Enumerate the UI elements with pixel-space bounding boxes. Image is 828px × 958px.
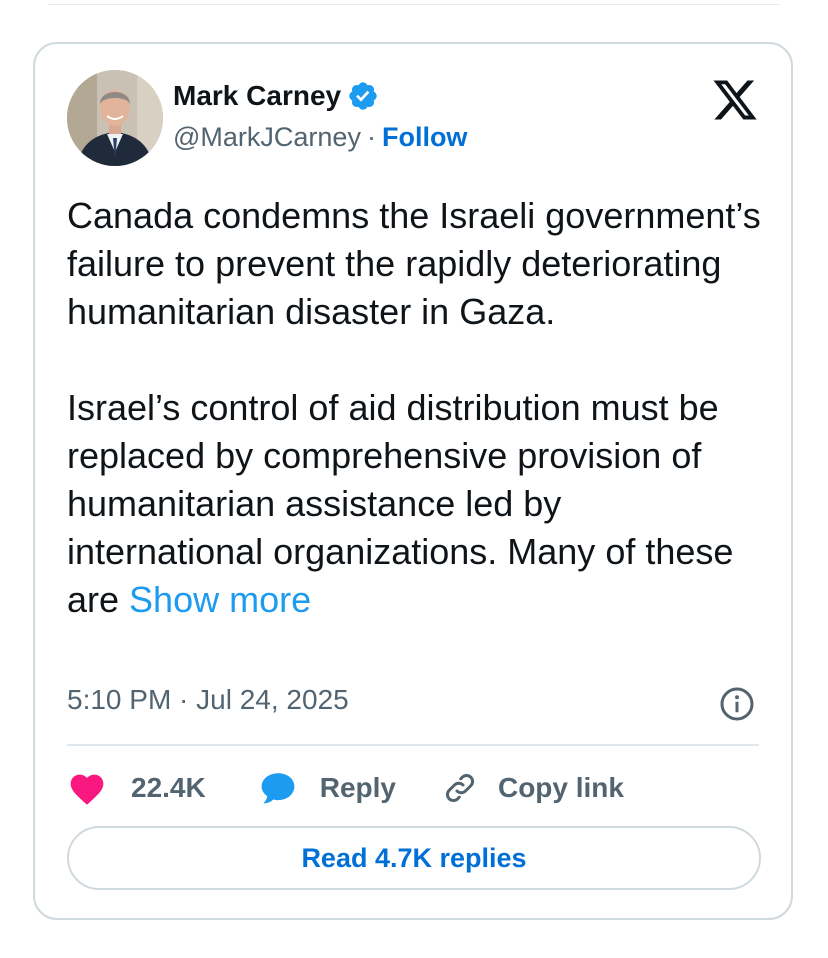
tweet-paragraph: Canada condemns the Israeli government’s… bbox=[67, 195, 761, 332]
author-name-row: Mark Carney bbox=[173, 80, 379, 112]
page-top-divider bbox=[48, 0, 780, 5]
link-icon bbox=[445, 774, 474, 802]
heart-icon bbox=[70, 774, 104, 805]
follow-button[interactable]: Follow bbox=[382, 122, 467, 153]
reply-label: Reply bbox=[319, 772, 396, 803]
copy-link-button[interactable]: Copy link bbox=[442, 770, 624, 806]
embedded-tweet-card: Mark Carney @MarkJCarney · Follow Canada… bbox=[33, 42, 793, 920]
avatar[interactable] bbox=[67, 70, 163, 166]
like-button[interactable]: 22.4K bbox=[67, 770, 206, 806]
divider bbox=[67, 744, 759, 746]
tweet-paragraph: Israel’s control of aid distribution mus… bbox=[67, 384, 767, 624]
tweet-timestamp[interactable]: 5:10 PM · Jul 24, 2025 bbox=[67, 684, 349, 716]
separator-dot: · bbox=[366, 122, 376, 152]
reply-button[interactable]: Reply bbox=[258, 770, 396, 806]
author-handle[interactable]: @MarkJCarney bbox=[173, 122, 361, 153]
action-bar: 22.4K Reply Copy link bbox=[67, 768, 624, 808]
info-icon[interactable] bbox=[719, 686, 755, 722]
tweet-body: Canada condemns the Israeli government’s… bbox=[67, 192, 767, 624]
verified-badge-icon bbox=[347, 80, 379, 112]
copy-link-label: Copy link bbox=[497, 772, 624, 803]
author-handle-row: @MarkJCarney · Follow bbox=[173, 122, 467, 153]
like-count: 22.4K bbox=[131, 772, 206, 803]
author-name[interactable]: Mark Carney bbox=[173, 80, 341, 112]
profile-photo-icon bbox=[67, 70, 163, 166]
read-replies-button[interactable]: Read 4.7K replies bbox=[67, 826, 761, 890]
x-logo-icon[interactable] bbox=[711, 76, 759, 124]
reply-bubble-icon bbox=[261, 773, 295, 804]
show-more-link[interactable]: Show more bbox=[129, 579, 311, 620]
